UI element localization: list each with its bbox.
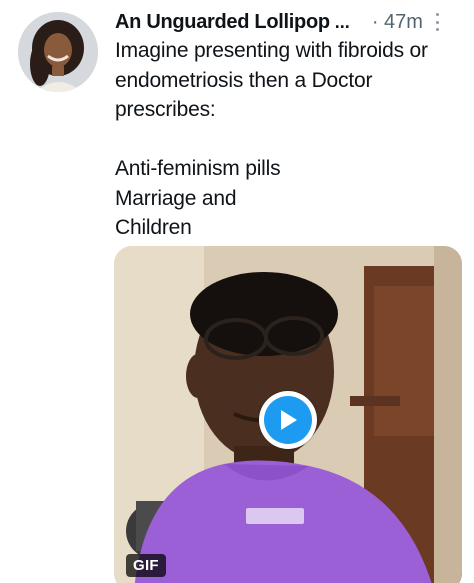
tweet-header: An Unguarded Lollipop ... · 47m [115,8,465,36]
play-icon [264,396,312,444]
tweet-text: Imagine presenting with fibroids or endo… [115,36,465,243]
tweet-text-line: Imagine presenting with fibroids or [115,39,428,62]
play-button[interactable] [259,391,317,449]
tweet-text-line: Children [115,216,192,239]
author-name[interactable]: An Unguarded Lollipop [115,11,330,34]
tweet-text-line: Marriage and [115,186,237,210]
tweet[interactable]: An Unguarded Lollipop ... · 47m Imagine … [0,0,474,583]
gif-badge: GIF [126,554,166,577]
tweet-text-gap [115,125,465,155]
avatar-image [18,12,98,92]
tweet-text-line: prescribes: [115,98,216,121]
tweet-text-line: endometriosis then a Doctor [115,68,373,92]
gif-media[interactable]: GIF [114,246,462,583]
more-vertical-icon[interactable] [435,13,441,31]
tweet-time[interactable]: · 47m [372,11,423,34]
name-truncation: ... [334,11,350,32]
tweet-text-line: Anti-feminism pills [115,157,281,180]
avatar[interactable] [18,12,98,92]
